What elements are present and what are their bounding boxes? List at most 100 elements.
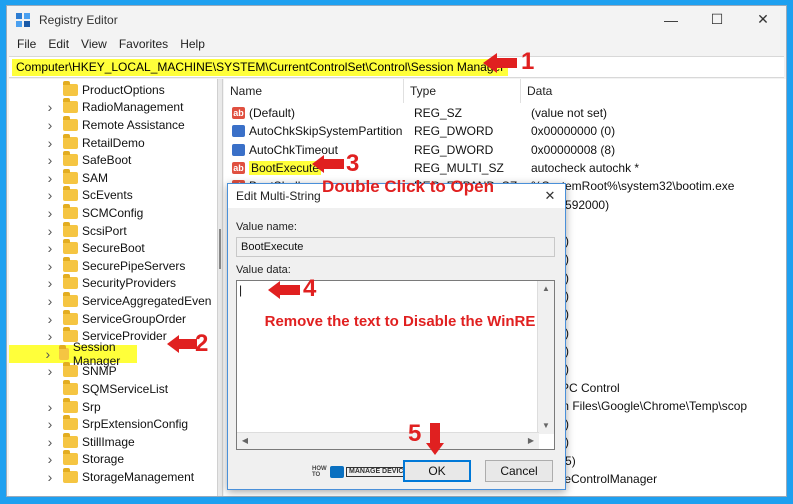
tree-item[interactable]: › SecurityProviders (9, 274, 217, 293)
annotation-number-4: 4 (303, 275, 317, 302)
tree-item[interactable]: › StillImage (9, 432, 217, 451)
folder-icon (63, 379, 78, 395)
chevron-right-icon[interactable]: › (43, 240, 57, 256)
folder-icon (63, 362, 78, 378)
chevron-right-icon[interactable]: › (43, 187, 57, 203)
ok-button[interactable]: OK (403, 460, 471, 482)
red-arrow-left-icon (312, 155, 344, 173)
tree-item-label: StorageManagement (82, 469, 195, 484)
logo-mark-icon (330, 466, 344, 478)
chevron-right-icon[interactable]: › (43, 117, 57, 133)
dialog-close-button[interactable]: ✕ (541, 187, 559, 205)
menu-bar: File Edit View Favorites Help (7, 33, 786, 54)
cancel-button[interactable]: Cancel (485, 460, 553, 482)
value-name-cell: AutoChkSkipSystemPartition (249, 124, 403, 139)
table-row[interactable]: AutoChkSkipSystemPartition REG_DWORD 0x000… (224, 123, 786, 141)
chevron-right-icon[interactable]: › (43, 434, 57, 450)
tree-item-label: RetailDemo (82, 135, 145, 150)
red-arrow-left-icon (483, 53, 517, 73)
tree-item[interactable]: › Remote Assistance (9, 115, 217, 134)
chevron-right-icon[interactable]: › (43, 293, 57, 309)
chevron-right-icon[interactable]: › (43, 469, 57, 485)
table-row[interactable]: ab BootExecute REG_MULTI_SZ autocheck autoc… (224, 160, 786, 178)
tree-item[interactable]: › ServiceAggregatedEven (9, 291, 217, 310)
tree-item[interactable]: › SAM (9, 168, 217, 187)
chevron-right-icon[interactable]: › (43, 275, 57, 291)
column-header-data[interactable]: Data (521, 79, 786, 103)
table-row[interactable]: AutoChkTimeout REG_DWORD 0x00000008 (8) (224, 142, 786, 160)
column-header-name[interactable]: Name (224, 79, 404, 103)
tree-item[interactable]: › Storage (9, 450, 217, 469)
tree-item[interactable]: SQMServiceList (9, 379, 217, 398)
tree-scrollbar-thumb[interactable] (219, 229, 221, 269)
tree-item[interactable]: › SNMP (9, 362, 217, 381)
value-data-textarea[interactable]: | ▲ ▼ ◀ ▶ HOW TO MANAGE DEVICES (236, 280, 555, 478)
tree-item-label: ScsiPort (82, 223, 127, 238)
folder-icon (63, 256, 78, 272)
tree-item[interactable]: › StorageManagement (9, 467, 217, 486)
tree-item[interactable]: › Session Manager (9, 340, 137, 368)
registry-tree[interactable]: ProductOptions › RadioManagement › Remote As… (9, 79, 217, 496)
tree-item[interactable]: › SecurePipeServers (9, 256, 217, 275)
close-button[interactable]: ✕ (740, 6, 786, 33)
chevron-right-icon[interactable]: › (43, 363, 57, 379)
chevron-right-icon[interactable]: › (43, 223, 57, 239)
chevron-right-icon[interactable]: › (43, 99, 57, 115)
chevron-right-icon[interactable]: › (43, 328, 57, 344)
tree-item[interactable]: ProductOptions (9, 80, 217, 99)
textarea-vertical-scrollbar[interactable]: ▲ ▼ (537, 281, 554, 434)
tree-item[interactable]: › SafeBoot (9, 151, 217, 169)
folder-icon (63, 221, 78, 237)
folder-icon (63, 274, 78, 290)
chevron-right-icon[interactable]: › (43, 346, 53, 362)
chevron-right-icon[interactable]: › (43, 416, 57, 432)
annotation-number-2: 2 (195, 330, 209, 357)
value-data-cell: 0x00000000 (0) (531, 124, 616, 139)
column-header-type[interactable]: Type (404, 79, 521, 103)
logo-howto-text: HOW TO (312, 466, 327, 478)
chevron-right-icon[interactable]: › (43, 451, 57, 467)
address-bar[interactable]: Computer\HKEY_LOCAL_MACHINE\SYSTEM\Curre… (9, 56, 784, 78)
maximize-button[interactable]: ☐ (694, 6, 740, 33)
folder-icon (63, 432, 78, 448)
chevron-right-icon[interactable]: › (43, 311, 57, 327)
tree-item[interactable]: › SecureBoot (9, 239, 217, 257)
tree-item[interactable]: › Srp (9, 397, 217, 416)
folder-icon (63, 168, 78, 184)
window-controls: — ☐ ✕ (648, 6, 786, 33)
scroll-left-icon[interactable]: ◀ (237, 433, 253, 449)
menu-edit[interactable]: Edit (42, 37, 75, 51)
chevron-right-icon[interactable]: › (43, 152, 57, 168)
chevron-right-icon[interactable]: › (43, 135, 57, 151)
address-path[interactable]: Computer\HKEY_LOCAL_MACHINE\SYSTEM\Curre… (12, 59, 509, 76)
red-arrow-left-icon (268, 281, 300, 299)
minimize-button[interactable]: — (648, 6, 694, 33)
scroll-right-icon[interactable]: ▶ (523, 433, 539, 449)
tree-item-label: SafeBoot (82, 153, 132, 168)
value-name-cell: BootExecute (249, 160, 322, 175)
chevron-right-icon[interactable]: › (43, 258, 57, 274)
red-arrow-left-icon (167, 335, 197, 353)
tree-item[interactable]: › SrpExtensionConfig (9, 415, 217, 433)
folder-icon (63, 151, 78, 167)
textarea-horizontal-scrollbar[interactable]: ◀ ▶ (237, 432, 539, 449)
menu-view[interactable]: View (75, 37, 113, 51)
scroll-down-icon[interactable]: ▼ (538, 418, 554, 434)
table-row[interactable]: ab (Default) REG_SZ (value not set) (224, 105, 786, 123)
tree-item[interactable]: › ScsiPort (9, 221, 217, 240)
tree-item[interactable]: › RetailDemo (9, 133, 217, 152)
chevron-right-icon[interactable]: › (43, 170, 57, 186)
tree-item[interactable]: › ServiceGroupOrder (9, 309, 217, 328)
menu-favorites[interactable]: Favorites (113, 37, 174, 51)
chevron-right-icon[interactable]: › (43, 399, 57, 415)
pane-splitter[interactable] (217, 79, 223, 496)
menu-help[interactable]: Help (174, 37, 211, 51)
menu-file[interactable]: File (11, 37, 42, 51)
tree-item[interactable]: › ScEvents (9, 186, 217, 205)
tree-item[interactable]: › SCMConfig (9, 203, 217, 222)
tree-item-label: SrpExtensionConfig (82, 417, 189, 432)
annotation-number-5: 5 (408, 420, 422, 447)
chevron-right-icon[interactable]: › (43, 205, 57, 221)
scroll-up-icon[interactable]: ▲ (538, 281, 554, 297)
tree-item[interactable]: › RadioManagement (9, 98, 217, 117)
